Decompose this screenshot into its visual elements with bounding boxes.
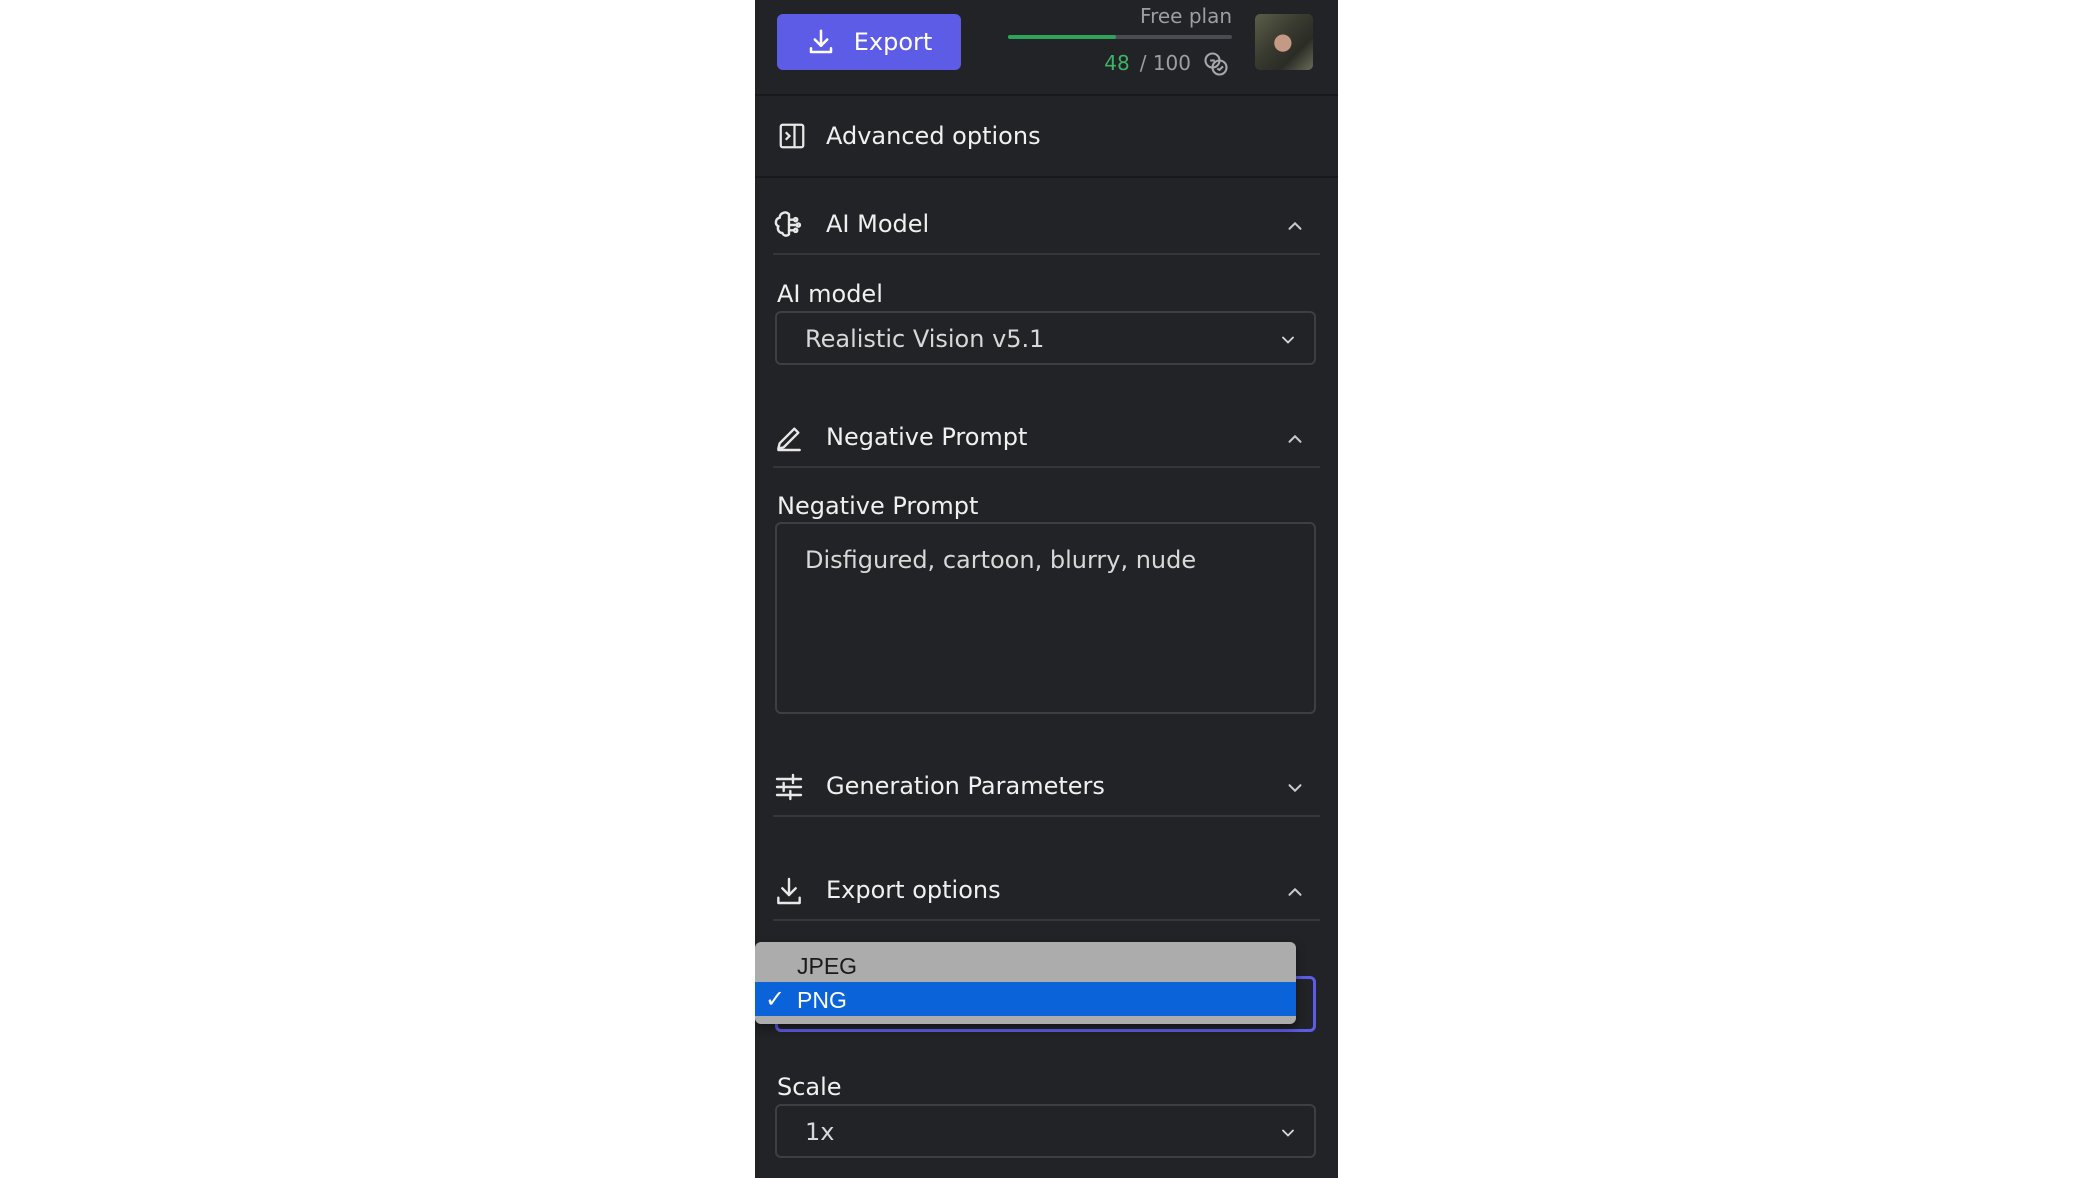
credits-used: 48 (1104, 51, 1130, 75)
ai-model-label: AI model (777, 280, 883, 308)
chevron-down-icon (1282, 336, 1294, 344)
scale-label: Scale (777, 1073, 842, 1101)
sliders-icon (775, 773, 803, 801)
coins-icon (1204, 52, 1228, 76)
scale-select[interactable]: 1x (775, 1104, 1316, 1158)
chevron-down-icon[interactable] (1284, 777, 1306, 799)
pencil-icon (777, 427, 801, 452)
format-option-label: JPEG (797, 953, 858, 979)
negative-prompt-label: Negative Prompt (777, 492, 979, 520)
ai-model-section-title: AI Model (826, 210, 930, 238)
top-bar: Export Free plan 48 / 100 (755, 0, 1338, 96)
format-option-label: PNG (797, 987, 847, 1013)
user-avatar[interactable] (1255, 14, 1313, 70)
chevron-up-icon[interactable] (1284, 215, 1306, 237)
advanced-options-header[interactable]: Advanced options (755, 96, 1338, 178)
export-options-section-header[interactable]: Export options (773, 863, 1320, 921)
export-button-label: Export (853, 28, 933, 56)
advanced-options-panel: Export Free plan 48 / 100 Advanced option… (755, 0, 1338, 1178)
chevron-down-icon (1282, 1129, 1294, 1137)
negative-prompt-section-title: Negative Prompt (826, 423, 1028, 451)
download-icon (777, 877, 801, 905)
ai-model-select[interactable]: Realistic Vision v5.1 (775, 311, 1316, 365)
format-option-jpeg[interactable]: JPEG (755, 948, 1296, 982)
scale-value: 1x (805, 1118, 835, 1146)
plan-label: Free plan (1140, 4, 1232, 28)
negative-prompt-textarea[interactable]: Disfigured, cartoon, blurry, nude (775, 522, 1316, 714)
credits-progress-bar (1008, 35, 1232, 39)
credits-total: / 100 (1139, 51, 1191, 75)
panel-toggle-icon[interactable] (777, 121, 807, 151)
ai-model-value: Realistic Vision v5.1 (805, 325, 1045, 353)
advanced-options-title: Advanced options (826, 122, 1041, 150)
download-icon (809, 29, 832, 54)
chevron-up-icon[interactable] (1284, 881, 1306, 903)
chevron-up-icon[interactable] (1284, 428, 1306, 450)
negative-prompt-value: Disfigured, cartoon, blurry, nude (805, 546, 1197, 574)
export-options-section-title: Export options (826, 876, 1001, 904)
credits-counter: 48 / 100 (1104, 51, 1191, 75)
format-dropdown: JPEG ✓ PNG (755, 942, 1296, 1024)
ai-model-section-header[interactable]: AI Model (773, 197, 1320, 255)
generation-parameters-section-header[interactable]: Generation Parameters (773, 759, 1320, 817)
brain-icon (774, 211, 802, 237)
check-icon: ✓ (765, 986, 786, 1013)
credits-progress-fill (1008, 35, 1116, 39)
format-option-png[interactable]: ✓ PNG (755, 982, 1296, 1016)
generation-parameters-section-title: Generation Parameters (826, 772, 1105, 800)
negative-prompt-section-header[interactable]: Negative Prompt (773, 410, 1320, 468)
export-button[interactable]: Export (777, 14, 961, 70)
